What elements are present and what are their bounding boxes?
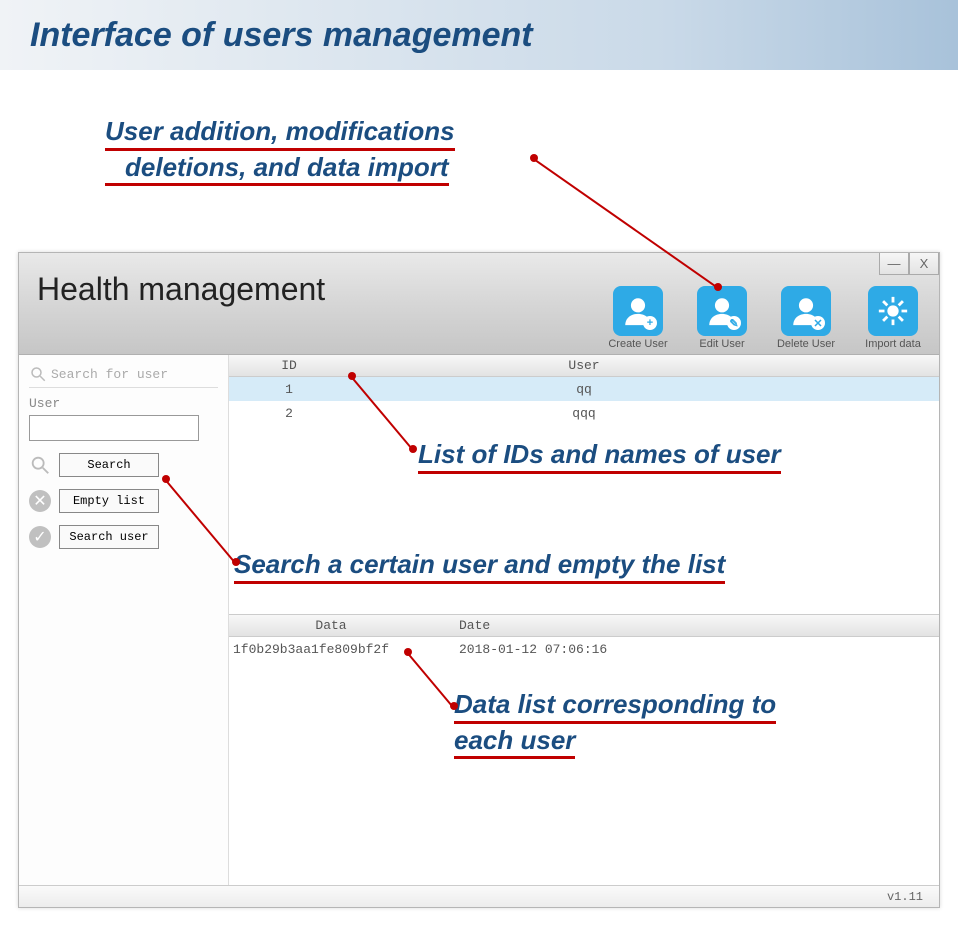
- cell-user: qqq: [349, 406, 939, 421]
- app-title: Health management: [37, 271, 325, 308]
- table-row[interactable]: 1f0b29b3aa1fe809bf2f 2018-01-12 07:06:16: [229, 637, 939, 661]
- pointer-dot: [404, 648, 412, 656]
- pointer-dot: [162, 475, 170, 483]
- check-circle-icon: ✓: [29, 526, 51, 548]
- main-panel: ID User 1 qq 2 qqq Data Date: [229, 355, 939, 885]
- cell-data: 1f0b29b3aa1fe809bf2f: [229, 642, 429, 657]
- status-bar: v1.11: [19, 885, 939, 907]
- toolbar-label: Edit User: [699, 338, 744, 350]
- pointer-dot: [348, 372, 356, 380]
- table-row[interactable]: 2 qqq: [229, 401, 939, 425]
- cell-user: qq: [349, 382, 939, 397]
- table-row[interactable]: 1 qq: [229, 377, 939, 401]
- column-header-date[interactable]: Date: [429, 618, 939, 633]
- search-icon: [29, 365, 47, 383]
- pointer-dot: [232, 558, 240, 566]
- user-gear-icon: ✎: [697, 286, 747, 336]
- pointer-dot: [409, 445, 417, 453]
- pointer-dot: [450, 702, 458, 710]
- minimize-button[interactable]: —: [879, 253, 909, 275]
- edit-user-button[interactable]: ✎ Edit User: [687, 286, 757, 350]
- pointer-dot: [530, 154, 538, 162]
- toolbar-label: Delete User: [777, 338, 835, 350]
- delete-user-button[interactable]: ✕ Delete User: [771, 286, 841, 350]
- empty-list-button[interactable]: Empty list: [59, 489, 159, 513]
- search-user-button[interactable]: Search user: [59, 525, 159, 549]
- sidebar: Search for user User Search ✕ Empty list…: [19, 355, 229, 885]
- pointer-dot: [714, 283, 722, 291]
- user-field-label: User: [29, 396, 218, 411]
- column-header-id[interactable]: ID: [229, 358, 349, 373]
- annotation-toolbar: User addition, modifications deletions, …: [105, 115, 455, 186]
- toolbar-label: Import data: [865, 338, 921, 350]
- table-header: ID User: [229, 355, 939, 377]
- annotation-search: Search a certain user and empty the list: [234, 548, 725, 584]
- sidebar-title: Search for user: [29, 361, 218, 388]
- create-user-button[interactable]: + Create User: [603, 286, 673, 350]
- page-title: Interface of users management: [30, 16, 533, 55]
- import-data-button[interactable]: Import data: [855, 286, 931, 350]
- column-header-data[interactable]: Data: [229, 618, 429, 633]
- user-search-input[interactable]: [29, 415, 199, 441]
- toolbar-label: Create User: [608, 338, 667, 350]
- search-button[interactable]: Search: [59, 453, 159, 477]
- version-label: v1.11: [887, 890, 923, 904]
- cell-id: 2: [229, 406, 349, 421]
- user-plus-icon: +: [613, 286, 663, 336]
- cell-date: 2018-01-12 07:06:16: [429, 642, 939, 657]
- user-x-icon: ✕: [781, 286, 831, 336]
- column-header-user[interactable]: User: [349, 358, 939, 373]
- gear-icon: [868, 286, 918, 336]
- cell-id: 1: [229, 382, 349, 397]
- x-circle-icon: ✕: [29, 490, 51, 512]
- close-button[interactable]: X: [909, 253, 939, 275]
- window-header: — X Health management + Create User ✎ Ed…: [19, 253, 939, 355]
- annotation-userlist: List of IDs and names of user: [418, 438, 781, 474]
- search-icon: [29, 454, 51, 476]
- annotation-datalist: Data list corresponding to each user: [454, 688, 776, 759]
- table-header: Data Date: [229, 615, 939, 637]
- toolbar: + Create User ✎ Edit User ✕ Delete User: [603, 286, 931, 350]
